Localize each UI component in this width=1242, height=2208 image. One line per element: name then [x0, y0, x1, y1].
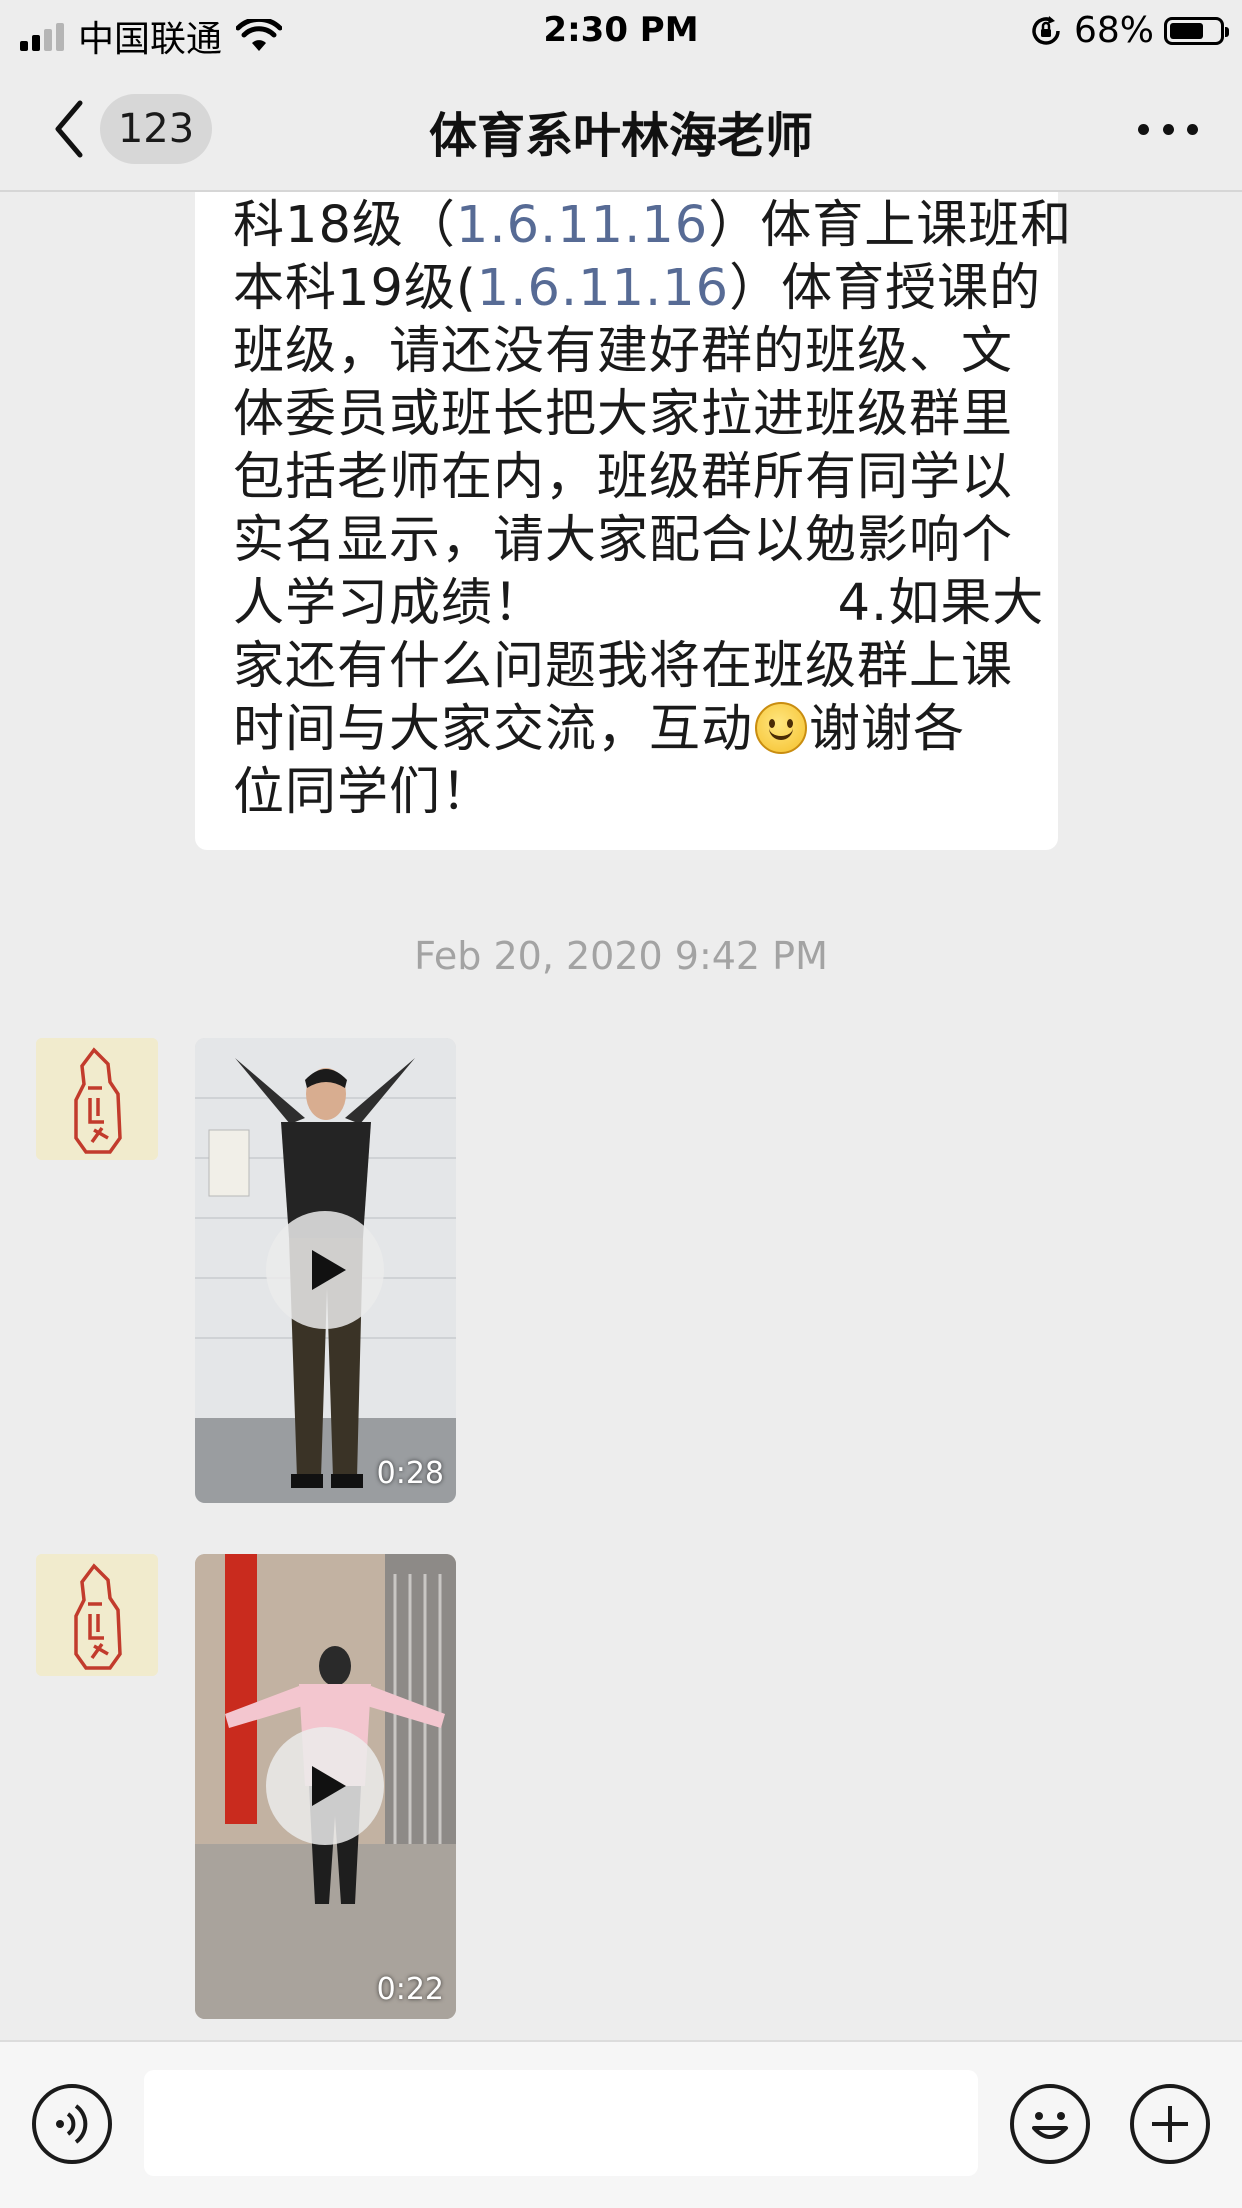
sender-avatar[interactable]: [36, 1554, 158, 1676]
play-icon: [312, 1766, 346, 1806]
chat-screen: 中国联通 2:30 PM 68% 123 体育系叶林海老师 科18级（1.6.1…: [0, 0, 1242, 2208]
message-text-segment: 班级，请还没有建好群的班级、文: [233, 322, 1014, 381]
more-icon-dot: [1187, 123, 1198, 135]
message-text-segment: 位同学们！: [233, 763, 494, 822]
message-text: 科18级（1.6.11.16）体育上课班和 本科19级(1.6.11.16）体育授…: [233, 194, 1072, 824]
message-timestamp: Feb 20, 2020 9:42 PM: [414, 934, 828, 978]
chat-title: 体育系叶林海老师: [428, 108, 813, 164]
nav-bar: 123 体育系叶林海老师: [0, 64, 1242, 192]
battery-icon: [1164, 16, 1229, 45]
video-message[interactable]: 0:22: [195, 1554, 456, 2019]
message-text-segment: ）体育授课的: [729, 259, 1042, 318]
play-button[interactable]: [266, 1727, 384, 1845]
input-toolbar: [0, 2040, 1242, 2208]
message-link[interactable]: 1.6.11.16: [477, 259, 729, 318]
orientation-lock-icon: [1032, 15, 1060, 45]
voice-button[interactable]: [32, 2084, 112, 2164]
seal-avatar-icon: [36, 1038, 158, 1160]
message-line: 人学习成绩！ 4.如果大: [233, 572, 1072, 635]
message-line: 本科19级(1.6.11.16）体育授课的: [233, 257, 1072, 320]
plus-icon: [1152, 2106, 1188, 2142]
add-button[interactable]: [1130, 2084, 1210, 2164]
message-line: 班级，请还没有建好群的班级、文: [233, 320, 1072, 383]
message-line: 包括老师在内，班级群所有同学以: [233, 446, 1072, 509]
video-message[interactable]: 0:28: [195, 1038, 456, 1503]
emoji-icon: [1032, 2112, 1068, 2139]
chat-messages[interactable]: 科18级（1.6.11.16）体育上课班和 本科19级(1.6.11.16）体育授…: [0, 192, 1242, 2040]
voice-icon: [56, 2104, 88, 2144]
message-text-segment: 本科19级(: [233, 259, 477, 318]
sender-avatar[interactable]: [36, 1038, 158, 1160]
message-line: 位同学们！: [233, 761, 1072, 824]
seal-avatar-icon: [36, 1554, 158, 1676]
video-duration: 0:22: [376, 1972, 444, 2007]
message-link[interactable]: 1.6.11.16: [456, 196, 708, 255]
message-line: 实名显示，请大家配合以勉影响个: [233, 509, 1072, 572]
message-text-segment: 时间与大家交流，互动: [233, 700, 754, 759]
message-text-segment: 人学习成绩！ 4.如果大: [233, 574, 1045, 633]
message-line: 体委员或班长把大家拉进班级群里: [233, 383, 1072, 446]
message-text-segment: 家还有什么问题我将在班级群上课: [233, 637, 1014, 696]
more-icon-dot: [1138, 123, 1149, 135]
battery-area: 68%: [1028, 10, 1229, 51]
message-line: 时间与大家交流，互动 谢谢各: [233, 698, 1072, 761]
text-message-bubble[interactable]: 科18级（1.6.11.16）体育上课班和 本科19级(1.6.11.16）体育授…: [195, 192, 1071, 850]
status-bar: 中国联通 2:30 PM 68%: [0, 0, 1242, 64]
message-text-segment: ）体育上课班和: [708, 196, 1073, 255]
battery-percent: 68%: [1073, 10, 1154, 51]
more-button[interactable]: [1138, 112, 1198, 146]
play-button[interactable]: [266, 1211, 384, 1329]
message-text-segment: 谢谢各: [809, 700, 966, 759]
smile-emoji-icon: [755, 702, 808, 754]
message-text-segment: 实名显示，请大家配合以勉影响个: [233, 511, 1014, 570]
play-icon: [312, 1250, 346, 1290]
message-line: 科18级（1.6.11.16）体育上课班和: [233, 194, 1072, 257]
message-text-segment: 包括老师在内，班级群所有同学以: [233, 448, 1014, 507]
message-text-segment: 科18级（: [233, 196, 456, 255]
more-icon-dot: [1162, 123, 1174, 135]
video-duration: 0:28: [376, 1456, 444, 1491]
message-input[interactable]: [144, 2070, 978, 2176]
message-text-segment: 体委员或班长把大家拉进班级群里: [233, 385, 1014, 444]
emoji-button[interactable]: [1010, 2084, 1090, 2164]
message-line: 家还有什么问题我将在班级群上课: [233, 635, 1072, 698]
